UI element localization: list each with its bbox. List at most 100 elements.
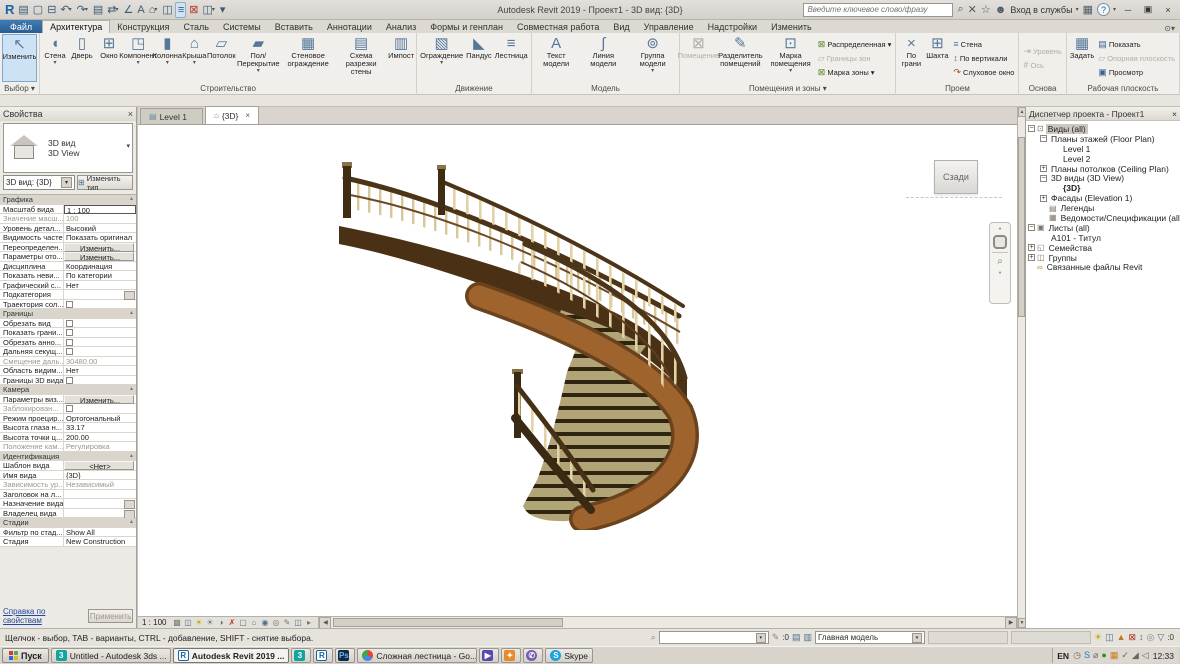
checkbox[interactable]: [66, 405, 73, 412]
view-tab[interactable]: ⌂ {3D} ×: [204, 106, 260, 124]
checkbox[interactable]: [66, 319, 73, 327]
qat-icon[interactable]: ▢: [31, 2, 44, 18]
scroll-right-icon[interactable]: ▶: [1005, 616, 1017, 629]
property-row[interactable]: Переопределен... Изменить...: [0, 242, 136, 252]
qat-icon[interactable]: ≡: [174, 1, 187, 18]
ribbon-button[interactable]: ⊠ Помещение: [678, 34, 720, 82]
start-button[interactable]: Пуск: [2, 648, 49, 663]
status-icon[interactable]: ▽: [1157, 632, 1164, 643]
editable-only-icon[interactable]: ✎: [772, 632, 780, 643]
tree-expand-icon[interactable]: [1040, 214, 1047, 221]
checkbox[interactable]: [66, 300, 73, 308]
ribbon-button[interactable]: × По грани: [898, 34, 924, 82]
tree-expand-icon[interactable]: [1052, 185, 1059, 192]
property-row[interactable]: Дальняя секущ...: [0, 347, 136, 357]
ribbon-small-button[interactable]: ▱ Границы зон: [818, 52, 892, 65]
view-control-icon[interactable]: ✗: [226, 618, 237, 628]
close-button[interactable]: ×: [1160, 3, 1176, 17]
property-row[interactable]: Смещение даль... 30480.00: [0, 356, 136, 366]
ribbon-tab[interactable]: Управление: [637, 20, 701, 33]
ribbon-button[interactable]: ▮ Колонна ▾: [153, 34, 182, 82]
ribbon-tab[interactable]: Вид: [606, 20, 636, 33]
qat-icon[interactable]: ⊠: [187, 2, 199, 18]
tree-expand-icon[interactable]: −: [1028, 224, 1035, 232]
ribbon-tab[interactable]: Надстройки: [701, 20, 764, 33]
tree-expand-icon[interactable]: −: [1040, 174, 1047, 182]
ribbon-button[interactable]: ▤ Схема разрезки стены: [335, 34, 387, 82]
favorites-star-icon[interactable]: ☆: [981, 3, 991, 16]
taskbar-button[interactable]: ✆: [523, 648, 544, 663]
view-control-icon[interactable]: ◑: [215, 618, 226, 628]
binoculars-icon[interactable]: ⌕: [651, 632, 656, 643]
tree-item[interactable]: Level 1: [1028, 144, 1180, 154]
view-control-icon[interactable]: ▢: [237, 618, 248, 628]
tree-item[interactable]: + Планы потолков (Ceiling Plan): [1028, 164, 1180, 174]
checkbox[interactable]: [66, 376, 73, 384]
tree-item[interactable]: − Планы этажей (Floor Plan): [1028, 134, 1180, 144]
type-selector-arrow-icon[interactable]: ▾: [126, 142, 130, 150]
taskbar-button[interactable]: Сложная лестница - Go...: [357, 648, 478, 663]
combo-arrow-icon[interactable]: ▾: [61, 177, 72, 188]
tree-expand-icon[interactable]: +: [1028, 254, 1035, 262]
ribbon-tab[interactable]: Совместная работа: [510, 20, 606, 33]
taskbar-button[interactable]: R Autodesk Revit 2019 ...: [172, 648, 290, 663]
property-row[interactable]: Параметры ото... Изменить...: [0, 252, 136, 262]
property-row[interactable]: Траектория сол...: [0, 299, 136, 309]
property-row[interactable]: Графический с... Нет: [0, 280, 136, 290]
ribbon-tab[interactable]: Архитектура: [42, 20, 111, 33]
view-control-icon[interactable]: ◎: [270, 618, 281, 628]
ribbon-button[interactable]: ⊚ Группа модели ▾: [628, 34, 677, 82]
property-row[interactable]: Имя вида {3D}: [0, 470, 136, 480]
ribbon-button[interactable]: ▯ Дверь: [69, 34, 95, 82]
ribbon-tab[interactable]: Аннотации: [320, 20, 379, 33]
panel-label-select[interactable]: Выбор ▾: [0, 83, 39, 95]
ribbon-tab[interactable]: Формы и генплан: [423, 20, 510, 33]
property-row[interactable]: Заголовок на л...: [0, 489, 136, 499]
tray-icon[interactable]: ▦: [1110, 650, 1119, 661]
qat-icon[interactable]: ◫ ▾: [200, 2, 216, 18]
qat-icon[interactable]: ▤: [16, 2, 29, 18]
property-row[interactable]: Высота глаза н... 33.17: [0, 423, 136, 433]
view-scale[interactable]: 1 : 100: [142, 618, 166, 627]
ribbon-button[interactable]: A Текст модели: [534, 34, 579, 82]
qat-icon[interactable]: A: [135, 2, 145, 18]
qat-icon[interactable]: ↷ ▾: [75, 2, 90, 18]
panel-label-rooms[interactable]: Помещения и зоны ▾: [680, 83, 895, 95]
property-row[interactable]: Дисциплина Координация: [0, 261, 136, 271]
tree-expand-icon[interactable]: +: [1028, 244, 1035, 252]
qat-icon[interactable]: ⇄ ▾: [105, 2, 120, 18]
property-row[interactable]: Границы: [0, 309, 136, 319]
checkbox[interactable]: [66, 329, 73, 336]
tree-expand-icon[interactable]: [1052, 145, 1059, 152]
property-row[interactable]: Владелец вида: [0, 508, 136, 518]
view-control-icon[interactable]: ◫: [292, 618, 303, 628]
tray-icon[interactable]: ✓: [1121, 650, 1129, 661]
modify-button[interactable]: ↖ Изменить: [2, 34, 37, 82]
property-row[interactable]: Заблокирован...: [0, 404, 136, 414]
drawing-viewport[interactable]: Сзади ● ⌕ ●: [138, 125, 1017, 616]
ribbon-button[interactable]: ◳ Компонент ▾: [119, 34, 157, 82]
type-selector[interactable]: 3D вид 3D View ▾: [3, 123, 133, 173]
ribbon-button[interactable]: ▦ Задать: [1069, 34, 1095, 82]
property-row[interactable]: Показать грани...: [0, 328, 136, 338]
property-row[interactable]: Высота точки ц... 200.00: [0, 432, 136, 442]
status-icon[interactable]: ↕: [1139, 632, 1144, 643]
ribbon-button[interactable]: ≡ Лестница: [494, 34, 529, 82]
tray-icon[interactable]: ●: [1101, 650, 1106, 661]
sign-in-link[interactable]: Вход в службы: [1010, 5, 1072, 15]
property-row[interactable]: Значение масш... 100: [0, 214, 136, 224]
tree-item[interactable]: ▤ Легенды: [1028, 203, 1180, 213]
ribbon-tab[interactable]: Вставить: [268, 20, 320, 33]
vertical-scrollbar[interactable]: ▲ ▼: [1017, 107, 1026, 628]
ribbon-button[interactable]: ▧ Ограждение ▾: [419, 34, 464, 82]
steering-wheel-icon[interactable]: [993, 235, 1007, 249]
search-input[interactable]: [803, 2, 954, 17]
property-row[interactable]: Камера: [0, 385, 136, 395]
ribbon-small-button[interactable]: ⊠ Марка зоны ▾: [818, 66, 892, 79]
design-options-icon[interactable]: ▥: [803, 632, 812, 643]
ribbon-button[interactable]: ⊞ Шахта: [924, 34, 950, 82]
view-control-icon[interactable]: ☀: [204, 618, 215, 628]
ribbon-small-button[interactable]: ▱ Опорная плоскость: [1098, 52, 1175, 65]
ribbon-button[interactable]: ▱ Потолок: [207, 34, 236, 82]
property-row[interactable]: Стадии: [0, 518, 136, 528]
